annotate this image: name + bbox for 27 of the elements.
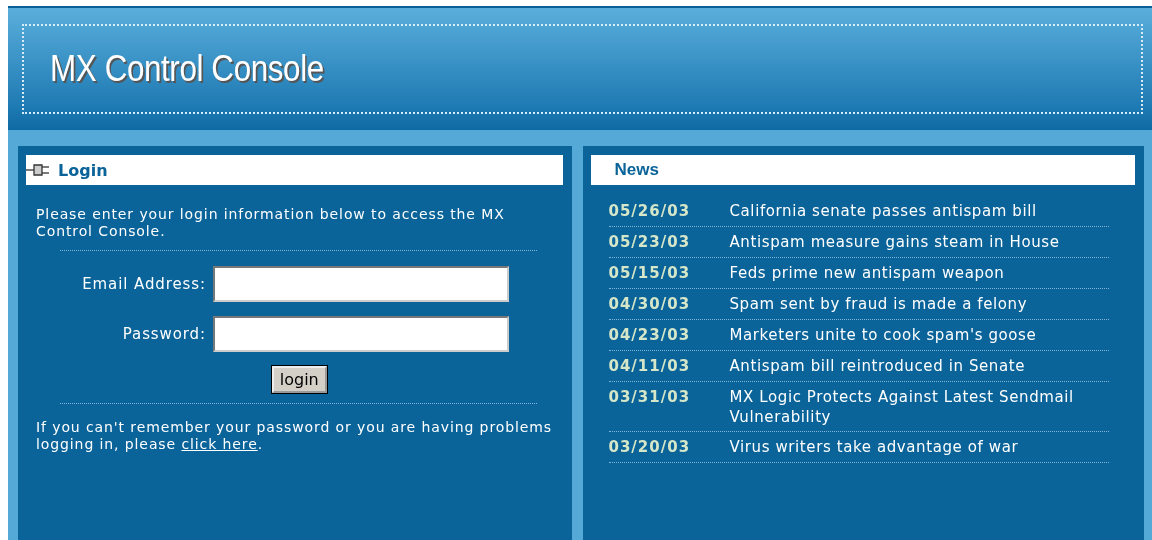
news-date: 04/30/03	[608, 294, 692, 315]
help-text: If you can't remember your password or you are having problems logging in, please click here.	[36, 419, 553, 453]
news-date: 05/26/03	[608, 201, 692, 222]
panel-title: Login	[58, 160, 108, 180]
news-headline[interactable]: Feds prime new antispam weapon	[729, 262, 1109, 284]
field-label: Password:	[121, 325, 206, 343]
news-headline[interactable]: California senate passes antispam bill	[729, 200, 1109, 222]
news-date: 04/23/03	[608, 325, 692, 346]
input-field[interactable]	[213, 266, 509, 302]
login-button[interactable]: login	[271, 366, 327, 393]
intro-text: Please enter your login information below to access the MX Control Console.	[36, 206, 506, 240]
news-date: 03/31/03	[608, 387, 692, 408]
app-title: MX Control Console	[50, 48, 324, 90]
news-headline[interactable]: Antispam measure gains steam in House	[729, 231, 1109, 253]
news-date: 05/15/03	[608, 263, 692, 284]
news-headline[interactable]: Virus writers take advantage of war	[729, 436, 1109, 458]
news-headline[interactable]: Spam sent by fraud is made a felony	[729, 293, 1109, 315]
help-link[interactable]: click here	[181, 436, 258, 452]
news-date: 04/11/03	[608, 356, 692, 377]
panel-title: News	[613, 160, 659, 180]
input-field[interactable]	[213, 316, 509, 352]
news-date: 03/20/03	[608, 437, 692, 458]
news-headline[interactable]: Marketers unite to cook spam's goose	[729, 324, 1109, 346]
news-date: 05/23/03	[608, 232, 692, 253]
news-headline[interactable]: Antispam bill reintroduced in Senate	[729, 355, 1109, 377]
field-label: Email Address:	[81, 275, 206, 293]
news-headline[interactable]: MX Logic Protects Against Latest Sendmail Vulnerability	[729, 386, 1109, 427]
